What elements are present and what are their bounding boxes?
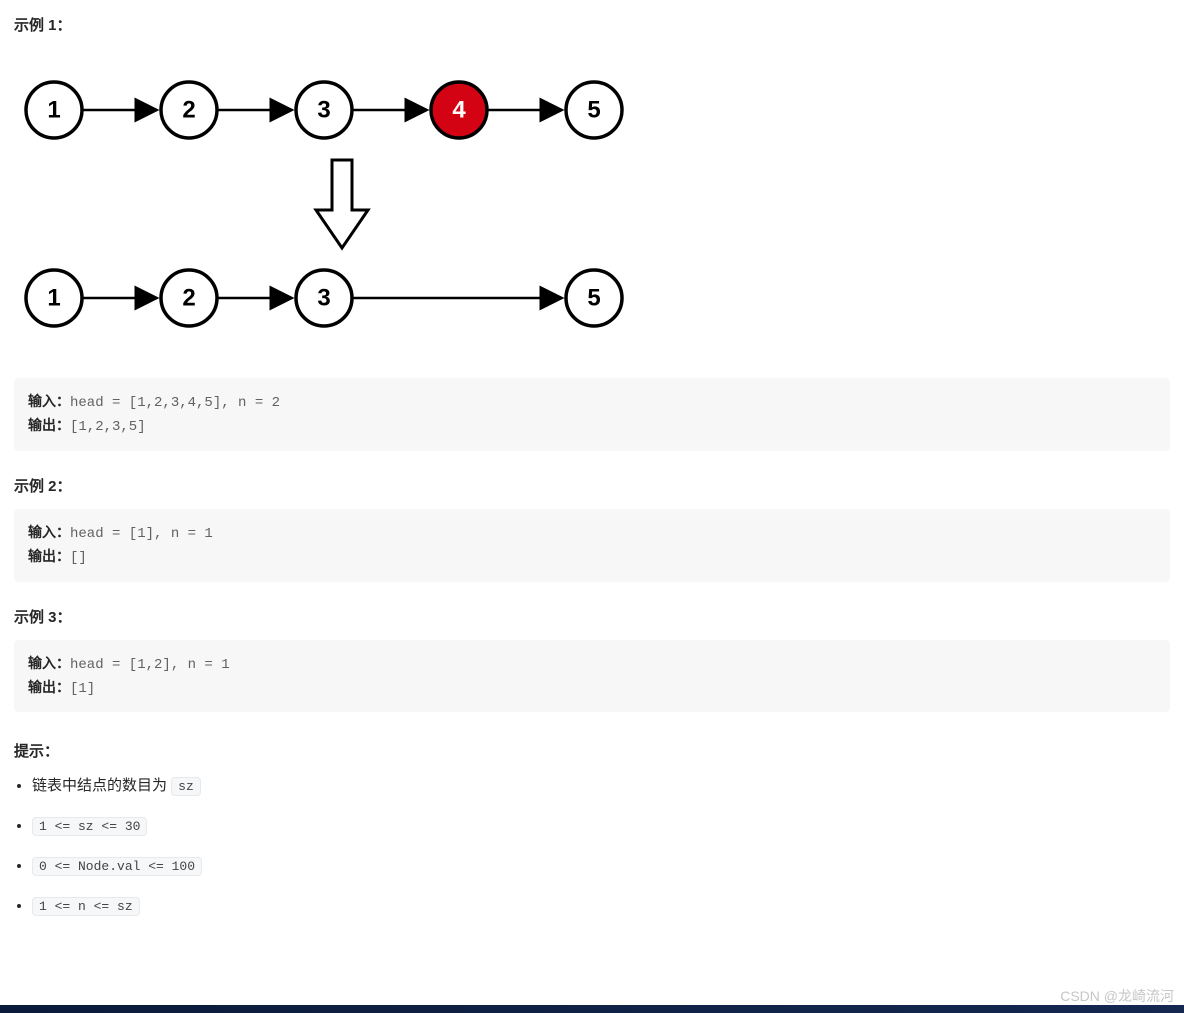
input-value: head = [1], n = 1 (70, 526, 213, 542)
svg-text:1: 1 (47, 284, 60, 311)
hint-item: 1 <= n <= sz (32, 894, 1170, 918)
node-2: 2 (161, 82, 217, 138)
example1-title: 示例 1： (14, 14, 1170, 38)
node-5: 5 (566, 82, 622, 138)
input-value: head = [1,2], n = 1 (70, 657, 230, 673)
svg-text:1: 1 (47, 96, 60, 123)
hint-item: 1 <= sz <= 30 (32, 814, 1170, 838)
hint-item: 链表中结点的数目为 sz (32, 774, 1170, 798)
node-3b: 3 (296, 270, 352, 326)
svg-text:3: 3 (317, 284, 330, 311)
down-arrow-icon (316, 160, 368, 248)
svg-text:2: 2 (182, 96, 195, 123)
inline-code: sz (171, 777, 201, 796)
svg-text:5: 5 (587, 284, 600, 311)
svg-text:4: 4 (452, 96, 466, 123)
node-1: 1 (26, 82, 82, 138)
hints-title: 提示： (14, 740, 1170, 764)
node-4: 4 (431, 82, 487, 138)
input-label: 输入： (28, 393, 70, 409)
linked-list-diagram: 1 2 3 4 5 1 (14, 48, 1170, 364)
input-label: 输入： (28, 655, 70, 671)
bottom-bar (0, 1005, 1184, 1013)
row1: 1 2 3 4 5 (26, 82, 622, 138)
example1-code: 输入：head = [1,2,3,4,5], n = 2 输出：[1,2,3,5… (14, 378, 1170, 451)
svg-text:2: 2 (182, 284, 195, 311)
svg-text:5: 5 (587, 96, 600, 123)
output-label: 输出： (28, 679, 70, 695)
node-2b: 2 (161, 270, 217, 326)
node-5b: 5 (566, 270, 622, 326)
inline-code: 0 <= Node.val <= 100 (32, 857, 202, 876)
input-value: head = [1,2,3,4,5], n = 2 (70, 395, 280, 411)
node-1b: 1 (26, 270, 82, 326)
inline-code: 1 <= n <= sz (32, 897, 140, 916)
output-label: 输出： (28, 548, 70, 564)
svg-text:3: 3 (317, 96, 330, 123)
output-label: 输出： (28, 417, 70, 433)
inline-code: 1 <= sz <= 30 (32, 817, 147, 836)
output-value: [] (70, 550, 87, 566)
watermark: CSDN @龙崎流河 (1060, 985, 1174, 1007)
output-value: [1,2,3,5] (70, 419, 146, 435)
node-3: 3 (296, 82, 352, 138)
row2: 1 2 3 5 (26, 270, 622, 326)
example2-title: 示例 2： (14, 475, 1170, 499)
input-label: 输入： (28, 524, 70, 540)
example3-code: 输入：head = [1,2], n = 1 输出：[1] (14, 640, 1170, 713)
hints-list: 链表中结点的数目为 sz 1 <= sz <= 30 0 <= Node.val… (14, 774, 1170, 918)
example2-code: 输入：head = [1], n = 1 输出：[] (14, 509, 1170, 582)
output-value: [1] (70, 681, 95, 697)
hint-item: 0 <= Node.val <= 100 (32, 854, 1170, 878)
example3-title: 示例 3： (14, 606, 1170, 630)
